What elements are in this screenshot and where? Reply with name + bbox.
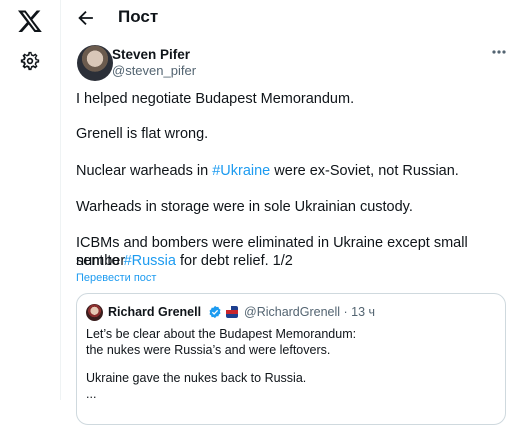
tweet-text-segment: for debt relief. 1/2 xyxy=(175,253,293,269)
tweet-text-segment: sent to xyxy=(76,253,124,269)
tweet-line: Grenell is flat wrong. xyxy=(76,126,209,142)
affiliate-flag-icon xyxy=(226,306,238,318)
hashtag-ukraine-link[interactable]: #Ukraine xyxy=(212,163,270,179)
author-handle[interactable]: @steven_pifer xyxy=(112,63,196,78)
quoted-avatar[interactable] xyxy=(86,304,103,321)
quoted-author-name[interactable]: Richard Grenell xyxy=(108,305,201,319)
x-logo-icon[interactable] xyxy=(17,8,43,34)
quoted-line: Ukraine gave the nukes back to Russia. xyxy=(86,371,307,385)
hashtag-russia-link[interactable]: #Russia xyxy=(124,253,176,269)
quoted-author-handle[interactable]: @RichardGrenell · 13 ч xyxy=(244,305,375,319)
post-header: Пост xyxy=(61,0,521,36)
tweet-text-segment: Nuclear warheads in xyxy=(76,163,213,179)
left-sidebar xyxy=(0,0,60,400)
tweet-line: Nuclear warheads in #Ukraine were ex-Sov… xyxy=(76,162,459,180)
tweet-line: Warheads in storage were in sole Ukraini… xyxy=(76,199,413,215)
tweet-line: I helped negotiate Budapest Memorandum. xyxy=(76,91,355,107)
post-detail-panel: Пост Steven Pifer @steven_pifer I helped… xyxy=(60,0,521,425)
more-horizontal-icon[interactable] xyxy=(489,44,509,60)
author-name[interactable]: Steven Pifer xyxy=(112,47,190,62)
translate-post-link[interactable]: Перевести пост xyxy=(76,272,156,284)
quoted-line: the nukes were Russia’s and were leftove… xyxy=(86,343,331,357)
tweet-text-segment: were ex-Soviet, not Russian. xyxy=(270,163,459,179)
tweet-line: sent to #Russia for debt relief. 1/2 xyxy=(76,252,293,270)
gear-icon[interactable] xyxy=(19,50,41,72)
arrow-left-icon[interactable] xyxy=(75,7,97,29)
verified-badge-icon xyxy=(209,305,221,319)
quoted-line: Let’s be clear about the Budapest Memora… xyxy=(86,327,357,341)
quoted-post[interactable]: Richard Grenell @RichardGrenell · 13 ч L… xyxy=(76,293,506,425)
page-title: Пост xyxy=(118,7,159,26)
avatar[interactable] xyxy=(77,45,113,81)
